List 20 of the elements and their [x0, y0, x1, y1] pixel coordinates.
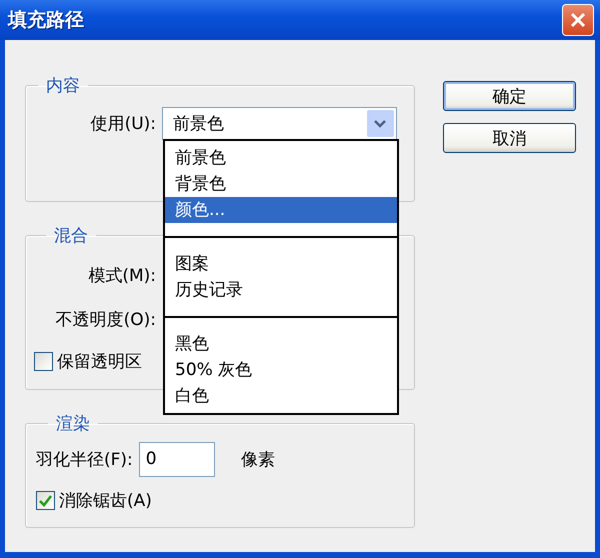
field-label: 不透明度(O): — [54, 308, 156, 330]
field-label: 使用(U): — [90, 112, 156, 134]
dropdown-option[interactable]: 颜色... — [165, 197, 397, 223]
checkbox-label: 消除锯齿(A) — [59, 490, 152, 512]
feather-input[interactable]: 0 — [138, 442, 215, 476]
unit-label: 像素 — [240, 448, 275, 470]
group-title: 渲染 — [55, 413, 91, 435]
field-label: 模式(M): — [87, 264, 156, 286]
use-dropdown[interactable]: 前景色 — [162, 106, 397, 140]
group-title: 混合 — [53, 225, 89, 247]
close-button[interactable] — [562, 4, 594, 36]
window-title: 填充路径 — [8, 8, 84, 33]
close-icon — [569, 11, 587, 29]
checkbox[interactable] — [36, 490, 55, 510]
dialog-button[interactable]: 确定 — [443, 81, 576, 111]
checkbox[interactable] — [34, 352, 53, 370]
dialog-button[interactable]: 取消 — [443, 123, 576, 153]
checkbox-label: 保留透明区 — [57, 350, 142, 372]
group-title: 内容 — [45, 75, 81, 97]
field-label: 羽化半径(F): — [36, 448, 133, 470]
